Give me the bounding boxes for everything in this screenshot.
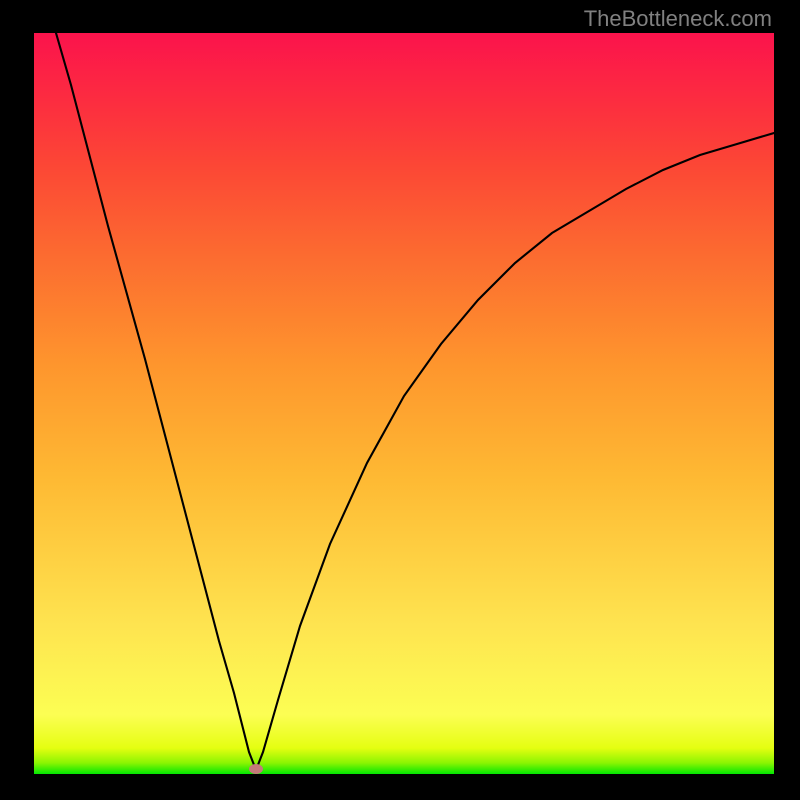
bottleneck-curve: [56, 33, 774, 770]
minimum-marker: [249, 764, 263, 774]
chart-frame: TheBottleneck.com: [0, 0, 800, 800]
plot-area: [34, 33, 774, 774]
curve-layer: [34, 33, 774, 774]
watermark-text: TheBottleneck.com: [584, 6, 772, 32]
